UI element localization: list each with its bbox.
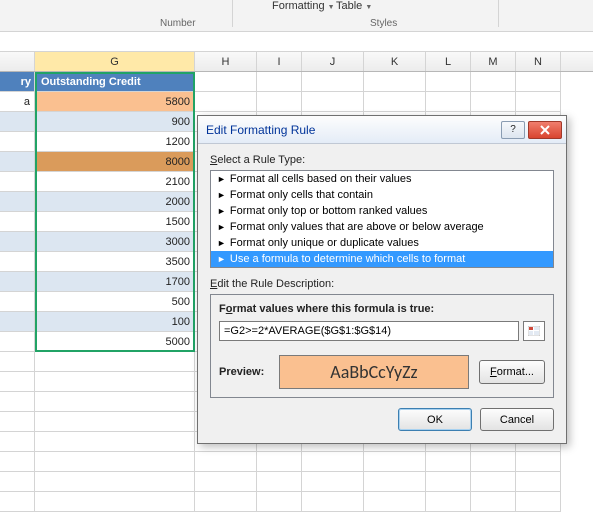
table-header-outstanding-credit: Outstanding Credit bbox=[35, 72, 195, 92]
rule-type-item[interactable]: ►Format only unique or duplicate values bbox=[211, 235, 553, 251]
table-cell-left[interactable] bbox=[0, 232, 35, 252]
help-button[interactable]: ? bbox=[501, 121, 525, 139]
ok-button[interactable]: OK bbox=[398, 408, 472, 431]
table-header-left: ry bbox=[0, 72, 35, 92]
table-cell-left[interactable] bbox=[0, 292, 35, 312]
table-cell-credit[interactable]: 2000 bbox=[35, 192, 195, 212]
table-cell-left[interactable] bbox=[0, 192, 35, 212]
col-header-L[interactable]: L bbox=[426, 52, 471, 71]
col-header-M[interactable]: M bbox=[471, 52, 516, 71]
dialog-title: Edit Formatting Rule bbox=[206, 123, 501, 137]
table-cell-left[interactable] bbox=[0, 272, 35, 292]
rule-type-item[interactable]: ►Use a formula to determine which cells … bbox=[211, 251, 553, 267]
col-header-F[interactable] bbox=[0, 52, 35, 71]
table-cell-left[interactable] bbox=[0, 132, 35, 152]
col-header-K[interactable]: K bbox=[364, 52, 426, 71]
rule-description-box: Format values where this formula is true… bbox=[210, 294, 554, 398]
table-cell-credit[interactable]: 3500 bbox=[35, 252, 195, 272]
rule-type-item[interactable]: ►Format only values that are above or be… bbox=[211, 219, 553, 235]
table-cell-left[interactable] bbox=[0, 212, 35, 232]
table-cell-left[interactable] bbox=[0, 252, 35, 272]
table-cell-left[interactable] bbox=[0, 172, 35, 192]
format-as-table-button[interactable]: Table ▼ bbox=[332, 0, 376, 12]
collapse-dialog-icon bbox=[528, 326, 540, 336]
col-header-J[interactable]: J bbox=[302, 52, 364, 71]
dialog-titlebar[interactable]: Edit Formatting Rule ? bbox=[198, 116, 566, 144]
ribbon-group-styles: Styles bbox=[370, 18, 397, 29]
table-cell-credit[interactable]: 1700 bbox=[35, 272, 195, 292]
ribbon: Formatting ▼ Table ▼ Number Styles bbox=[0, 0, 593, 32]
close-icon bbox=[539, 125, 551, 135]
table-cell-credit[interactable]: 900 bbox=[35, 112, 195, 132]
formula-input[interactable] bbox=[219, 321, 519, 341]
formula-bar[interactable] bbox=[0, 32, 593, 52]
table-cell-credit[interactable]: 5800 bbox=[35, 92, 195, 112]
rule-type-item[interactable]: ►Format only top or bottom ranked values bbox=[211, 203, 553, 219]
ribbon-group-number: Number bbox=[160, 18, 196, 29]
edit-description-label: Edit the Rule Description: bbox=[210, 278, 554, 290]
col-header-H[interactable]: H bbox=[195, 52, 257, 71]
table-cell-credit[interactable]: 2100 bbox=[35, 172, 195, 192]
table-cell-credit[interactable]: 3000 bbox=[35, 232, 195, 252]
table-cell-left[interactable] bbox=[0, 332, 35, 352]
col-header-I[interactable]: I bbox=[257, 52, 302, 71]
col-header-N[interactable]: N bbox=[516, 52, 561, 71]
select-rule-type-label: Select a Rule Type: bbox=[210, 154, 554, 166]
close-button[interactable] bbox=[528, 121, 562, 139]
preview-sample: AaBbCcYyZz bbox=[279, 355, 469, 389]
cancel-button[interactable]: Cancel bbox=[480, 408, 554, 431]
range-selector-button[interactable] bbox=[523, 321, 545, 341]
edit-formatting-rule-dialog: Edit Formatting Rule ? Select a Rule Typ… bbox=[197, 115, 567, 444]
preview-label: Preview: bbox=[219, 366, 269, 378]
table-cell-credit[interactable]: 1200 bbox=[35, 132, 195, 152]
col-header-G[interactable]: G bbox=[35, 52, 195, 71]
conditional-formatting-button[interactable]: Formatting ▼ bbox=[268, 0, 339, 12]
format-button[interactable]: Format... bbox=[479, 360, 545, 384]
table-cell-credit[interactable]: 100 bbox=[35, 312, 195, 332]
table-cell-left[interactable] bbox=[0, 312, 35, 332]
table-cell-left[interactable]: a bbox=[0, 92, 35, 112]
table-cell-credit[interactable]: 8000 bbox=[35, 152, 195, 172]
table-cell-left[interactable] bbox=[0, 152, 35, 172]
rule-type-item[interactable]: ►Format all cells based on their values bbox=[211, 171, 553, 187]
rule-type-item[interactable]: ►Format only cells that contain bbox=[211, 187, 553, 203]
table-cell-credit[interactable]: 500 bbox=[35, 292, 195, 312]
table-cell-credit[interactable]: 5000 bbox=[35, 332, 195, 352]
formula-label: Format values where this formula is true… bbox=[219, 303, 545, 315]
rule-type-list[interactable]: ►Format all cells based on their values►… bbox=[210, 170, 554, 268]
table-cell-credit[interactable]: 1500 bbox=[35, 212, 195, 232]
table-cell-left[interactable] bbox=[0, 112, 35, 132]
